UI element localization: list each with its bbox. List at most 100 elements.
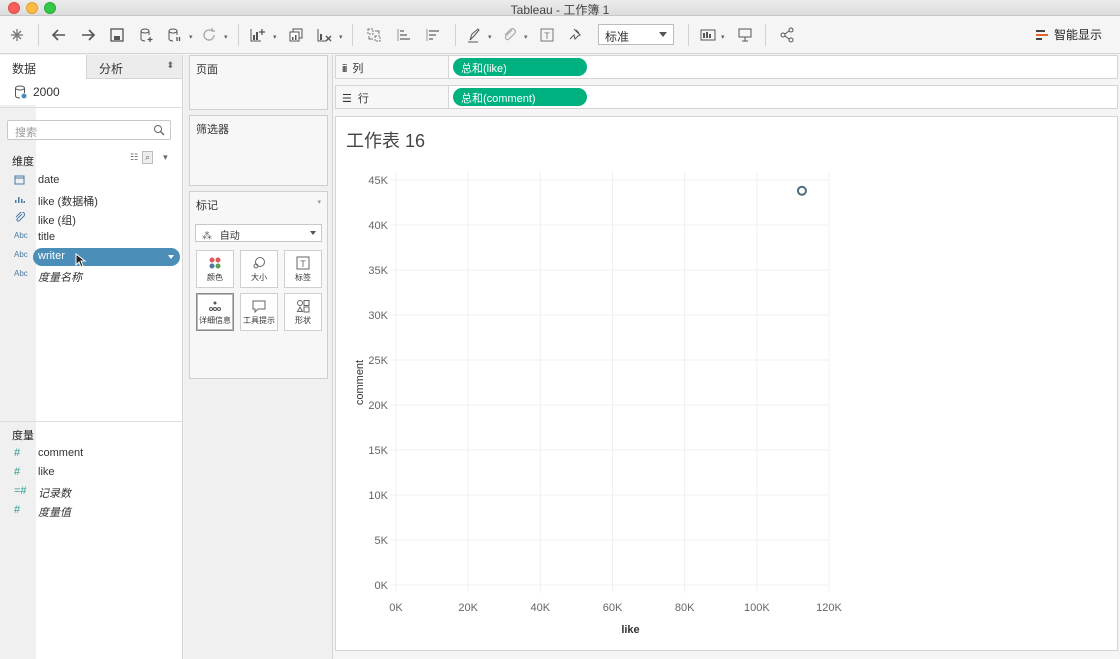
field-like-bins[interactable]: like (数据桶) bbox=[0, 191, 182, 209]
label-label: 标签 bbox=[295, 273, 311, 282]
tooltip-button[interactable]: 工具提示 bbox=[240, 293, 278, 331]
field-writer[interactable]: Abc writer bbox=[0, 248, 182, 268]
size-button[interactable]: 大小 bbox=[240, 250, 278, 288]
sort-descending-icon[interactable] bbox=[422, 24, 444, 46]
datasource-item[interactable]: 2000 bbox=[14, 85, 60, 99]
hash-icon: # bbox=[14, 504, 21, 516]
field-date[interactable]: date bbox=[0, 172, 182, 190]
pages-title: 页面 bbox=[196, 64, 218, 76]
field-comment[interactable]: # comment bbox=[0, 445, 182, 463]
tab-analysis-label: 分析 bbox=[99, 62, 124, 76]
show-mark-labels-icon[interactable]: T bbox=[536, 24, 558, 46]
y-tick-label: 30K bbox=[368, 310, 388, 322]
x-tick-label: 20K bbox=[458, 602, 478, 614]
marks-collapse-icon[interactable]: ▾ bbox=[317, 198, 321, 206]
fit-select-value: 标准 bbox=[605, 30, 630, 44]
show-me-button[interactable]: 智能显示 bbox=[1036, 26, 1102, 43]
pause-datasource-icon[interactable] bbox=[163, 24, 185, 46]
sort-ascending-icon[interactable] bbox=[393, 24, 415, 46]
tableau-logo-icon[interactable] bbox=[6, 24, 28, 46]
undo-icon[interactable] bbox=[48, 24, 70, 46]
size-icon bbox=[253, 257, 265, 269]
field-name: date bbox=[38, 174, 60, 186]
group-members-icon[interactable] bbox=[498, 24, 520, 46]
columns-pill[interactable]: 总和(like) bbox=[453, 58, 587, 76]
datasource-icon bbox=[15, 85, 27, 99]
hash-icon: =# bbox=[14, 485, 27, 497]
list-view-icon[interactable]: ☷ bbox=[130, 152, 138, 163]
columns-icon: iii bbox=[342, 63, 347, 75]
field-name: 度量值 bbox=[38, 507, 71, 519]
detail-button[interactable]: 详细信息 bbox=[196, 293, 234, 331]
field-dropdown-icon[interactable] bbox=[168, 255, 174, 259]
swap-rows-columns-icon[interactable] bbox=[363, 24, 385, 46]
show-cards-icon[interactable] bbox=[697, 24, 719, 46]
field-record-count[interactable]: =# 记录数 bbox=[0, 483, 182, 501]
new-worksheet-icon[interactable] bbox=[246, 24, 268, 46]
field-name: comment bbox=[38, 447, 84, 459]
field-name: 记录数 bbox=[38, 488, 71, 500]
label-button[interactable]: T 标签 bbox=[284, 250, 322, 288]
y-tick-label: 5K bbox=[375, 535, 389, 547]
field-name: like (数据桶) bbox=[38, 196, 98, 208]
field-measure-names[interactable]: Abc 度量名称 bbox=[0, 267, 182, 285]
abc-icon: Abc bbox=[14, 231, 28, 240]
columns-drop-area[interactable]: 总和(like) bbox=[448, 56, 1117, 78]
save-icon[interactable] bbox=[106, 24, 128, 46]
rows-shelf-label: ☰ 行 bbox=[342, 90, 369, 106]
rows-pill[interactable]: 总和(comment) bbox=[453, 88, 587, 106]
share-icon[interactable] bbox=[776, 24, 798, 46]
detail-icon bbox=[209, 301, 221, 311]
columns-label-text: 列 bbox=[352, 63, 364, 75]
redo-icon[interactable] bbox=[77, 24, 99, 46]
duplicate-sheet-icon[interactable] bbox=[285, 24, 307, 46]
field-name: title bbox=[38, 231, 56, 243]
show-me-label: 智能显示 bbox=[1054, 28, 1103, 42]
field-title[interactable]: Abc title bbox=[0, 229, 182, 247]
mark-type-value: 自动 bbox=[219, 231, 240, 242]
shape-button[interactable]: 形状 bbox=[284, 293, 322, 331]
fit-select[interactable]: 标准 bbox=[598, 24, 674, 45]
x-tick-label: 0K bbox=[389, 602, 403, 614]
y-tick-label: 25K bbox=[368, 355, 388, 367]
search-input[interactable]: 搜索 bbox=[7, 120, 171, 140]
data-pane: 数据 分析 ⬍ 2000 搜索 维度 ☷ ⌕ ▾ date like (数据桶) … bbox=[0, 55, 183, 659]
mark-type-select[interactable]: ⁂ 自动 bbox=[195, 224, 322, 242]
tooltip-icon bbox=[252, 300, 266, 313]
refresh-icon[interactable] bbox=[198, 24, 220, 46]
color-button[interactable]: 颜色 bbox=[196, 250, 234, 288]
tab-data[interactable]: 数据 bbox=[0, 55, 86, 79]
x-axis-title: like bbox=[621, 624, 639, 636]
field-name: writer bbox=[38, 250, 65, 262]
hash-icon: # bbox=[14, 447, 21, 459]
menu-dropdown-icon[interactable]: ▾ bbox=[163, 152, 168, 163]
data-point[interactable] bbox=[796, 185, 807, 196]
marks-card: 标记 ▾ ⁂ 自动 颜色 大小 T 标签 详细信息 工具提示 形状 bbox=[189, 191, 328, 379]
show-me-icon bbox=[1036, 29, 1048, 40]
toolbar: ▾ ▾ ▾ ▾ ▾ ▾ T 标准 ▾ 智能显示 bbox=[0, 16, 1120, 54]
rows-icon: ☰ bbox=[342, 93, 352, 105]
auto-shapes-icon: ⁂ bbox=[202, 231, 212, 242]
pin-axes-icon[interactable] bbox=[565, 24, 587, 46]
field-measure-values[interactable]: # 度量值 bbox=[0, 502, 182, 520]
rows-drop-area[interactable]: 总和(comment) bbox=[448, 86, 1117, 108]
field-like-group[interactable]: like (组) bbox=[0, 210, 182, 228]
paperclip-icon bbox=[14, 211, 32, 225]
clear-sheet-icon[interactable] bbox=[313, 24, 335, 46]
calendar-icon bbox=[14, 174, 32, 187]
field-name: like bbox=[38, 466, 55, 478]
pages-shelf[interactable]: 页面 bbox=[189, 55, 328, 110]
find-field-icon[interactable]: ⌕ bbox=[142, 151, 154, 164]
scatter-chart[interactable]: 0K 20K 40K 60K 80K 100K 120K 0K 5K 10K 15K 20K 25K 30… bbox=[336, 117, 1119, 652]
x-tick-label: 60K bbox=[603, 602, 623, 614]
tab-analysis[interactable]: 分析 ⬍ bbox=[86, 55, 182, 79]
highlight-icon[interactable] bbox=[463, 24, 485, 46]
field-like[interactable]: # like bbox=[0, 464, 182, 482]
datasource-name: 2000 bbox=[33, 85, 60, 99]
filters-shelf[interactable]: 筛选器 bbox=[189, 115, 328, 186]
x-tick-label: 120K bbox=[816, 602, 842, 614]
field-name: like (组) bbox=[38, 215, 76, 227]
new-datasource-icon[interactable] bbox=[135, 24, 157, 46]
presentation-mode-icon[interactable] bbox=[734, 24, 756, 46]
worksheet-view: 工作表 16 0K 20K 40K 60K 80K 100K 120K 0K 5K 10K 15K 2… bbox=[335, 116, 1118, 651]
